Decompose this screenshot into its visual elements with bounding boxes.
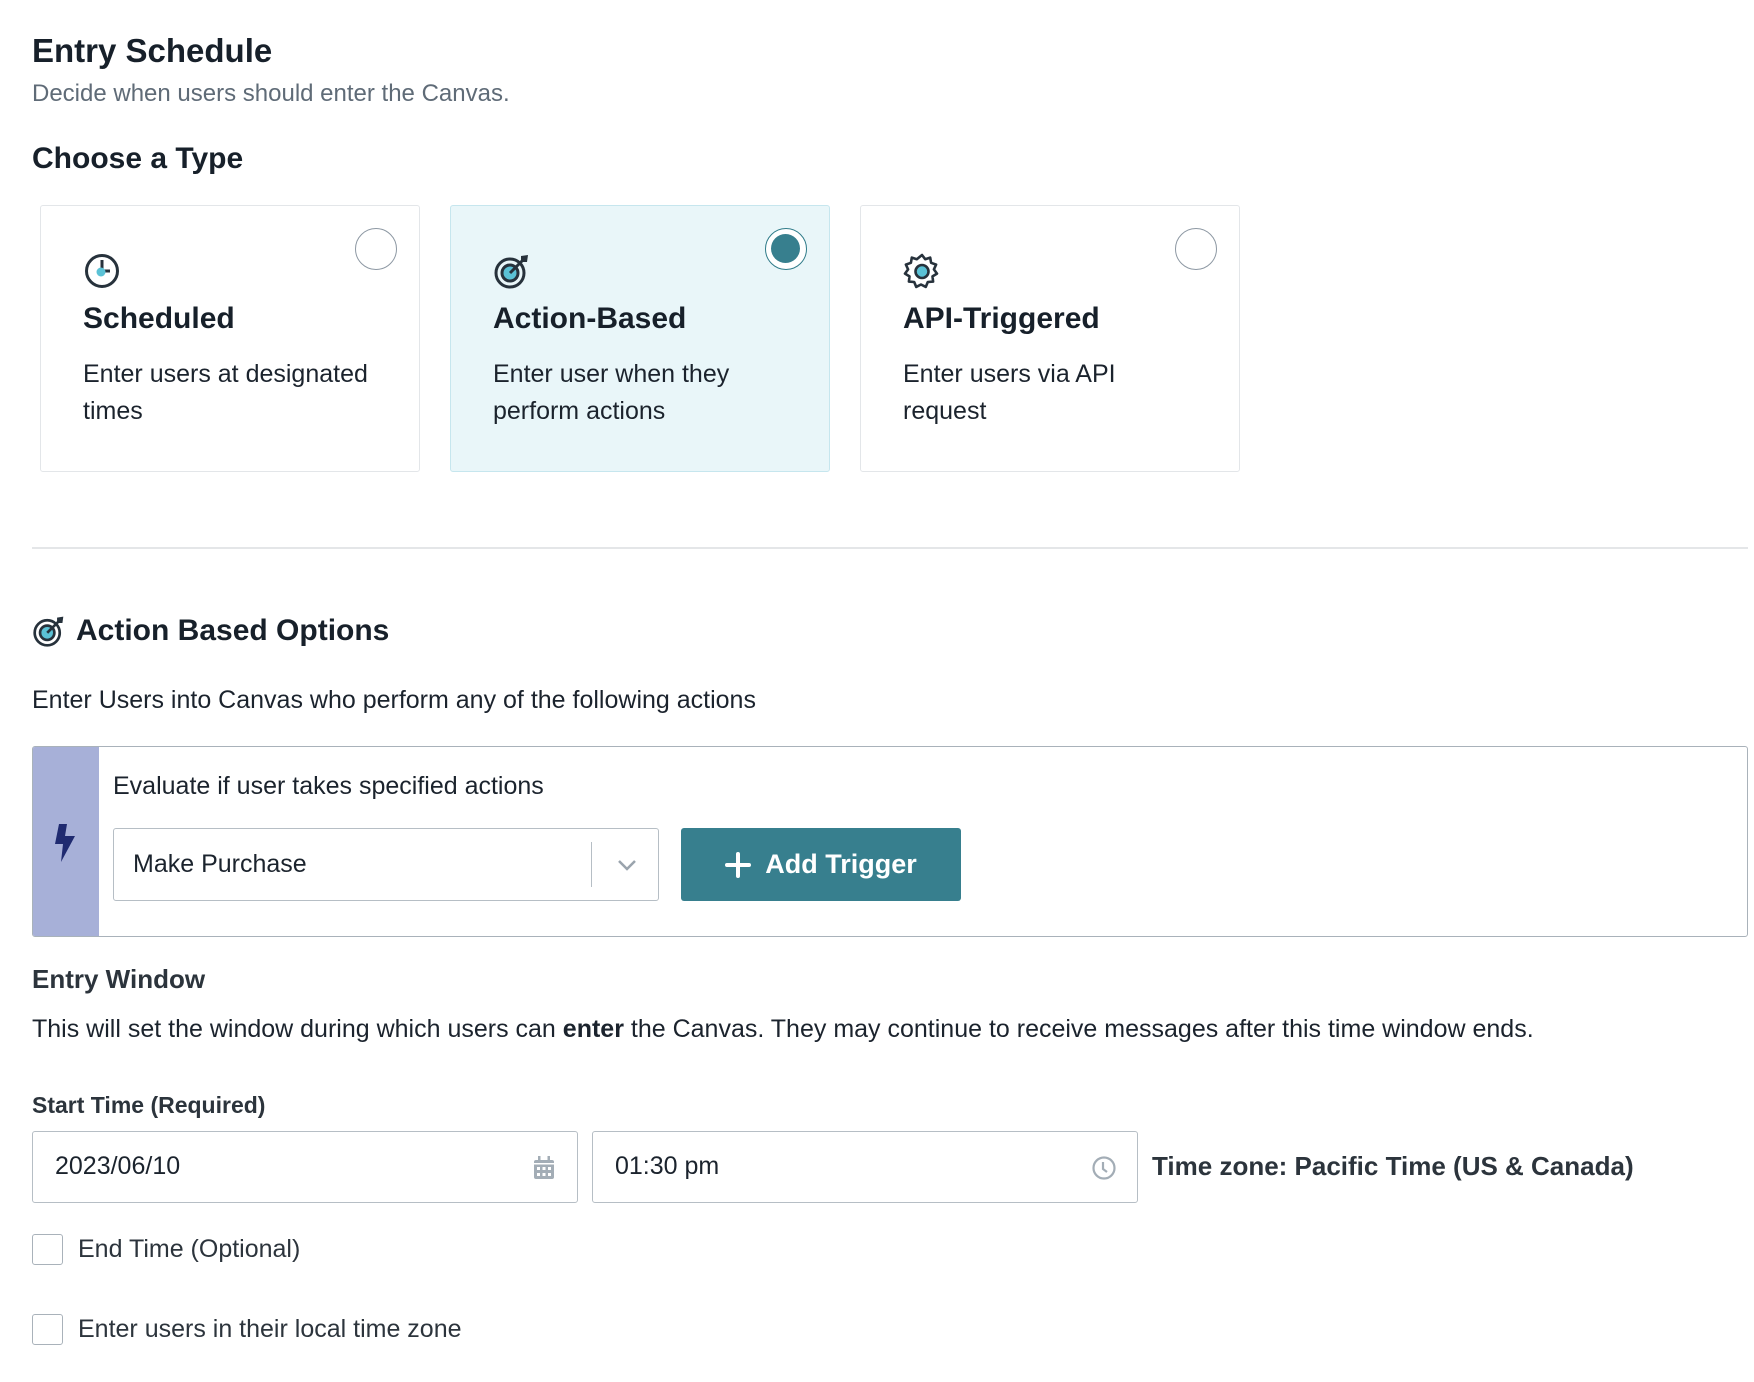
radio-action-based[interactable]: [765, 228, 807, 270]
desc-bold: enter: [562, 1015, 624, 1043]
action-options-header: Action Based Options: [32, 614, 389, 648]
card-title: API-Triggered: [903, 302, 1100, 335]
trigger-label: Evaluate if user takes specified actions: [113, 772, 544, 800]
select-separator: [590, 842, 592, 887]
action-options-description: Enter Users into Canvas who perform any …: [32, 686, 756, 714]
timezone-label: Time zone: Pacific Time (US & Canada): [1152, 1151, 1634, 1181]
page-title: Entry Schedule: [32, 32, 273, 69]
radio-api-triggered[interactable]: [1175, 228, 1217, 270]
radio-scheduled[interactable]: [355, 228, 397, 270]
action-select-value: Make Purchase: [133, 850, 307, 878]
add-trigger-label: Add Trigger: [765, 849, 917, 879]
entry-window-description: This will set the window during which us…: [32, 1015, 1534, 1044]
plus-icon: [725, 851, 752, 878]
clock-icon: [85, 254, 119, 288]
add-trigger-button[interactable]: Add Trigger: [681, 828, 961, 901]
local-timezone-label: Enter users in their local time zone: [78, 1315, 462, 1343]
desc-part: This will set the window during which us…: [32, 1015, 563, 1043]
type-card-action-based[interactable]: Action-Based Enter user when they perfor…: [450, 205, 830, 472]
end-time-option[interactable]: End Time (Optional): [32, 1234, 300, 1265]
start-time-field[interactable]: [592, 1131, 1138, 1203]
card-title: Action-Based: [493, 302, 687, 335]
start-date-input[interactable]: [55, 1152, 475, 1181]
chevron-down-icon[interactable]: [614, 855, 640, 875]
type-card-api-triggered[interactable]: API-Triggered Enter users via API reques…: [860, 205, 1240, 472]
gear-icon: [903, 253, 939, 289]
entry-window-title: Entry Window: [32, 964, 206, 994]
section-divider: [32, 547, 1748, 549]
action-select[interactable]: Make Purchase: [113, 828, 659, 901]
target-icon: [494, 255, 528, 289]
lightning-icon: [55, 824, 75, 862]
start-time-label: Start Time (Required): [32, 1092, 266, 1118]
end-time-checkbox[interactable]: [32, 1234, 63, 1265]
card-description: Enter users via API request: [903, 360, 1116, 425]
page-subtitle: Decide when users should enter the Canva…: [32, 80, 510, 107]
trigger-box: Evaluate if user takes specified actions…: [32, 746, 1748, 937]
target-icon: [33, 616, 64, 647]
card-description: Enter users at designated times: [83, 360, 368, 425]
type-card-scheduled[interactable]: Scheduled Enter users at designated time…: [40, 205, 420, 472]
start-date-field[interactable]: [32, 1131, 578, 1203]
trigger-strip: [33, 747, 99, 936]
clock-icon[interactable]: [1091, 1155, 1117, 1181]
end-time-label: End Time (Optional): [78, 1235, 301, 1263]
local-timezone-option[interactable]: Enter users in their local time zone: [32, 1314, 462, 1345]
calendar-icon[interactable]: [531, 1155, 557, 1181]
card-description: Enter user when they perform actions: [493, 360, 730, 425]
card-title: Scheduled: [83, 302, 235, 335]
start-time-input[interactable]: [615, 1152, 1035, 1181]
choose-type-heading: Choose a Type: [32, 142, 244, 175]
action-options-title: Action Based Options: [76, 614, 390, 647]
local-timezone-checkbox[interactable]: [32, 1314, 63, 1345]
desc-part: the Canvas. They may continue to receive…: [623, 1015, 1534, 1043]
